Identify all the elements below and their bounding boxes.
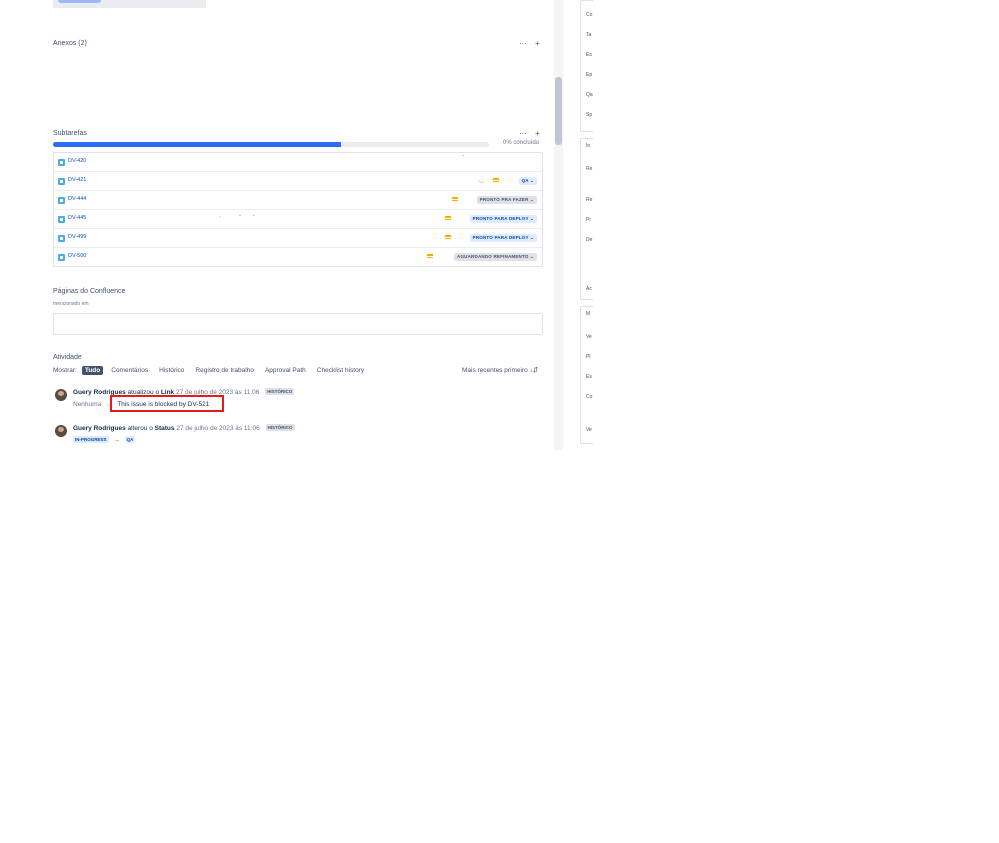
tab-checklist-history[interactable]: Checklist history: [314, 366, 367, 375]
attachment-thumbnail[interactable]: [53, 0, 206, 8]
avatar[interactable]: [55, 425, 67, 437]
field-label: Co: [586, 12, 593, 18]
field-label: Qa: [586, 92, 593, 98]
more-icon[interactable]: ···: [519, 129, 527, 138]
field-name: Status: [154, 425, 175, 432]
progress-label: 0% concluído: [503, 140, 540, 146]
field-label: Pr: [586, 217, 591, 223]
subtasks-table: DV-420 - DV-421 ◡ QA ⌄ DV-444 PRONTO PRA…: [53, 152, 543, 267]
avatar[interactable]: [55, 389, 67, 401]
issue-key[interactable]: DV-421: [68, 177, 86, 183]
add-icon[interactable]: +: [535, 39, 540, 48]
status-dropdown[interactable]: PRONTO PARA DEPLOY ⌄: [469, 234, 537, 242]
attachments-actions: ··· +: [519, 39, 540, 48]
subtask-icon: [58, 235, 65, 242]
priority-medium-icon: [445, 234, 451, 239]
status-dropdown[interactable]: AGUARDANDO REFINAMENTO ⌄: [454, 253, 537, 261]
activity-filter-bar: Mostrar: Tudo Comentários Histórico Regi…: [53, 365, 367, 376]
subtasks-progress: [53, 142, 489, 147]
subtask-icon: [58, 216, 65, 223]
field-label: De: [586, 237, 593, 243]
status-dropdown[interactable]: QA ⌄: [518, 177, 537, 185]
more-icon[interactable]: ···: [519, 39, 527, 48]
field-label: M: [586, 311, 591, 317]
details-panel: Co Ta Es Ep Qa Sp In Re Re Pr De Ac M Ve…: [580, 0, 600, 450]
field-label: Ve: [586, 427, 592, 433]
field-label: Es: [586, 52, 592, 58]
issue-view: Anexos (2) ··· + Subtarefas ··· + 0% con…: [0, 0, 999, 450]
priority-medium-icon: [427, 253, 433, 258]
table-row[interactable]: DV-421 ◡ QA ⌄: [54, 171, 542, 190]
attachments-title: Anexos (2): [53, 40, 87, 47]
separator-mark: . - -: [219, 213, 255, 219]
show-label: Mostrar:: [53, 367, 77, 374]
table-row[interactable]: DV-444 PRONTO PRA FAZER ⌄: [54, 190, 542, 209]
issue-key[interactable]: DV-444: [68, 196, 86, 202]
field-label: Sp: [586, 112, 593, 118]
field-label: Ta: [586, 32, 592, 38]
highlight-box: [110, 395, 224, 412]
field-label: Re: [586, 166, 593, 172]
separator-mark: -: [462, 153, 464, 159]
arrow-right-icon: →: [113, 437, 120, 444]
history-badge: HISTÓRICO: [265, 424, 295, 431]
status-dropdown[interactable]: PRONTO PARA DEPLOY ⌄: [469, 215, 537, 223]
subtasks-title: Subtarefas: [53, 130, 87, 137]
tab-history[interactable]: Histórico: [156, 366, 187, 375]
activity-entry-header: Guery Rodrigues alterou o Status 27 de j…: [73, 424, 295, 432]
priority-medium-icon: [445, 215, 451, 220]
issue-key[interactable]: DV-499: [68, 234, 86, 240]
priority-medium-icon: [452, 196, 458, 201]
sort-order-button[interactable]: Mais recentes primeiro ↓⇵: [462, 366, 538, 374]
field-label: Co: [586, 394, 593, 400]
subtask-icon: [58, 254, 65, 261]
tab-comments[interactable]: Comentários: [108, 366, 151, 375]
activity-title: Atividade: [53, 354, 82, 361]
issue-key[interactable]: DV-445: [68, 215, 86, 221]
progress-fill: [53, 142, 341, 147]
issue-key[interactable]: DV-420: [68, 158, 86, 164]
tab-approval-path[interactable]: Approval Path: [262, 366, 309, 375]
tab-worklog[interactable]: Registro de trabalho: [192, 366, 257, 375]
eye-icon[interactable]: ◡: [479, 177, 484, 184]
table-row[interactable]: DV-499 PRONTO PARA DEPLOY ⌄: [54, 228, 542, 247]
status-dropdown[interactable]: PRONTO PRA FAZER ⌄: [476, 196, 537, 204]
subtask-icon: [58, 159, 65, 166]
issue-key[interactable]: DV-500: [68, 253, 86, 259]
subtask-icon: [58, 197, 65, 204]
confluence-subtitle: mencionado em: [53, 301, 89, 307]
old-value: Nenhuma: [73, 401, 102, 408]
scrollbar[interactable]: [554, 0, 563, 450]
field-label: Es: [586, 374, 592, 380]
field-label: In: [586, 143, 591, 149]
scrollbar-thumb[interactable]: [555, 77, 562, 145]
history-badge: HISTÓRICO: [265, 388, 295, 395]
timestamp: 27 de julho de 2023 às 11:06: [176, 425, 260, 432]
confluence-title: Páginas do Confluence: [53, 288, 126, 295]
field-label: Re: [586, 197, 593, 203]
confluence-links-box[interactable]: [53, 313, 543, 335]
subtask-icon: [58, 178, 65, 185]
field-label: Ep: [586, 72, 593, 78]
user-name[interactable]: Guery Rodrigues: [73, 425, 126, 432]
add-icon[interactable]: +: [535, 129, 540, 138]
old-status: IN-PROGRESS: [73, 436, 109, 443]
table-row[interactable]: DV-500 AGUARDANDO REFINAMENTO ⌄: [54, 247, 542, 266]
field-label: Pl: [586, 354, 591, 360]
field-label: Ve: [586, 334, 592, 340]
attachment-bar: [58, 0, 101, 3]
activity-change: IN-PROGRESS → QA: [73, 436, 136, 444]
tab-all[interactable]: Tudo: [81, 366, 104, 375]
table-row[interactable]: DV-445 . - - PRONTO PARA DEPLOY ⌄: [54, 209, 542, 228]
action-text: alterou o: [127, 425, 153, 432]
field-label: Ac: [586, 286, 592, 292]
new-status: QA: [124, 436, 136, 443]
priority-medium-icon: [493, 177, 499, 182]
table-row[interactable]: DV-420 -: [54, 153, 542, 171]
subtasks-actions: ··· +: [519, 129, 540, 138]
